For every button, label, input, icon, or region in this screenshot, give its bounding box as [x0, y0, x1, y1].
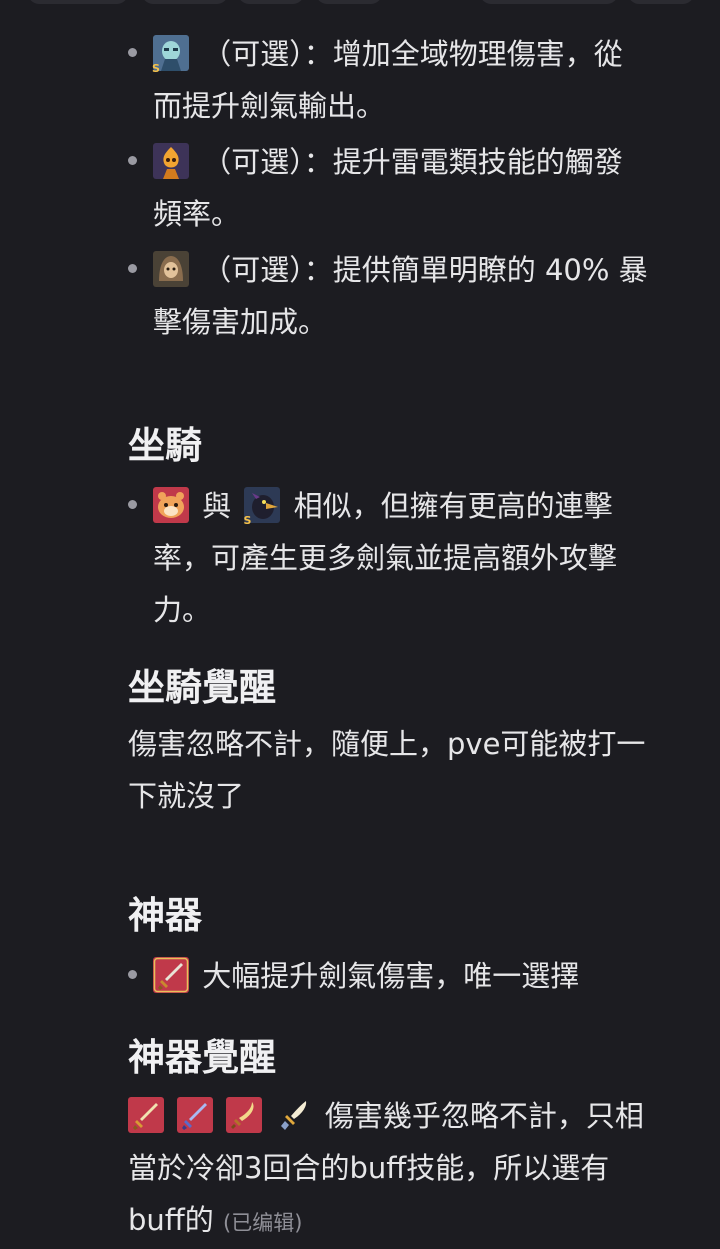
toolbar-pill[interactable] [316, 0, 382, 4]
ghost-character-icon: S [152, 35, 189, 74]
toolbar-pill[interactable] [628, 0, 694, 4]
bullet-text-continued: 擊傷害加成。 [153, 305, 328, 339]
hamster-mount-icon [153, 487, 189, 523]
paragraph-line: 傷害幾乎忽略不計，只相 [324, 1099, 644, 1133]
toolbar-pill[interactable] [142, 0, 228, 4]
top-toolbar-remnant [0, 0, 720, 6]
blue-sword-icon [177, 1097, 214, 1133]
curved-dagger-icon [226, 1097, 263, 1133]
connector-text: 與 [202, 489, 232, 523]
hooded-monk-character-icon [153, 251, 189, 287]
bullet-text-continued: 率，可產生更多劍氣並提高額外攻擊 [153, 541, 618, 575]
list-item: 大幅提升劍氣傷害，唯一選擇 [128, 950, 688, 1002]
bullet-dot [128, 48, 137, 57]
list-item: S （可選）：增加全域物理傷害，從 而提升劍氣輸出。 [128, 28, 688, 132]
toolbar-pill[interactable] [480, 0, 618, 4]
dagger-icon [276, 1097, 312, 1133]
toolbar-pill[interactable] [238, 0, 304, 4]
list-item: 與 S 相似，但擁有更高的連擊 率，可產生更多劍氣並提高額外攻擊 力。 [128, 480, 688, 636]
bullet-dot [128, 264, 137, 273]
artifact-heading: 神器 [128, 894, 202, 937]
list-item: （可選）：提升雷電類技能的觸發 頻率。 [128, 136, 688, 240]
paragraph-line: 下就沒了 [128, 779, 245, 813]
mount-awakening-text: 傷害忽略不計，隨便上，pve可能被打一 下就沒了 [128, 718, 698, 822]
bullet-text: （可選）：增加全域物理傷害，從 [202, 37, 623, 71]
artifact-awakening-text: 傷害幾乎忽略不計，只相 當於冷卻3回合的buff技能，所以選有 buff的 (已… [128, 1090, 698, 1249]
paragraph-line: 當於冷卻3回合的buff技能，所以選有 [128, 1151, 610, 1185]
mount-awakening-heading: 坐騎覺醒 [128, 666, 276, 709]
sword-artifact-icon [153, 957, 189, 993]
toolbar-pill[interactable] [28, 0, 128, 4]
bullet-text: （可選）：提升雷電類技能的觸發 [202, 145, 623, 179]
edited-label: (已编辑) [223, 1211, 303, 1235]
mount-heading: 坐騎 [128, 424, 202, 467]
fire-spirit-character-icon [153, 143, 189, 179]
crow-mount-icon: S [243, 487, 281, 526]
bullet-dot [128, 970, 137, 979]
artifact-awakening-heading: 神器覺醒 [128, 1036, 276, 1079]
gold-sword-icon [128, 1097, 164, 1133]
bullet-text-continued: 力。 [153, 593, 212, 627]
bullet-text: 大幅提升劍氣傷害，唯一選擇 [202, 959, 580, 993]
bullet-text: （可選）：提供簡單明瞭的 40% 暴 [202, 253, 648, 287]
bullet-text-continued: 頻率。 [153, 197, 241, 231]
list-item: （可選）：提供簡單明瞭的 40% 暴 擊傷害加成。 [128, 244, 688, 348]
bullet-dot [128, 156, 137, 165]
bullet-text-continued: 而提升劍氣輸出。 [153, 89, 386, 123]
bullet-text: 相似，但擁有更高的連擊 [293, 489, 613, 523]
bullet-dot [128, 500, 137, 509]
paragraph-line: 傷害忽略不計，隨便上，pve可能被打一 [128, 727, 646, 761]
